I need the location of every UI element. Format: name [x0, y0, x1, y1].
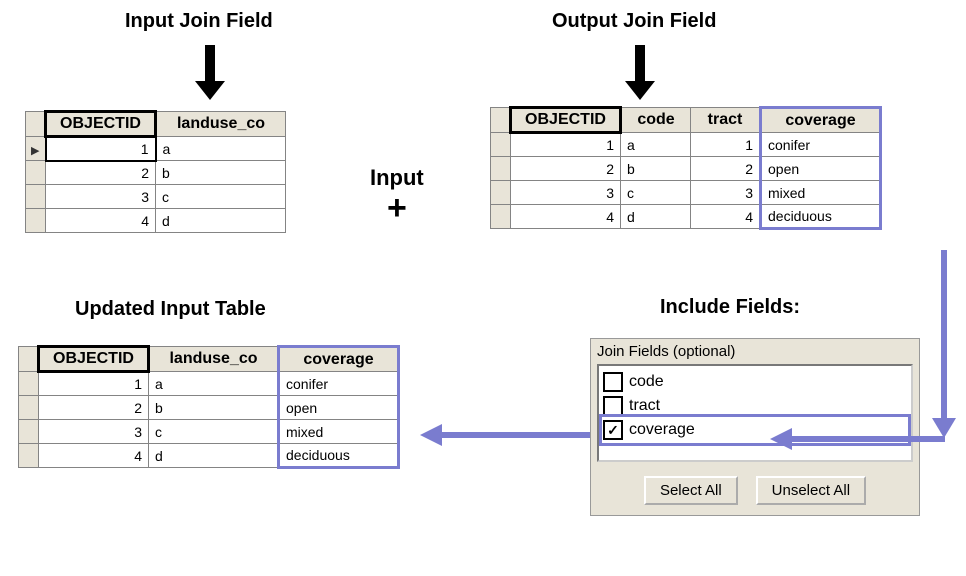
row-header-corner: [19, 347, 39, 372]
table-row: 4 d 4 deciduous: [491, 205, 881, 229]
table-row: 2 b: [26, 161, 286, 185]
table-row: 4 d deciduous: [19, 444, 399, 468]
checkbox-row-code[interactable]: code: [603, 370, 907, 394]
column-header-objectid[interactable]: OBJECTID: [39, 347, 149, 372]
plus-icon: +: [370, 191, 424, 225]
table-row: 3 c 3 mixed: [491, 181, 881, 205]
output-table: OBJECTID code tract coverage 1 a 1 conif…: [490, 106, 882, 230]
updated-input-table: OBJECTID landuse_co coverage 1 a conifer…: [18, 345, 400, 469]
column-header-tract[interactable]: tract: [691, 108, 761, 133]
checkbox-row-tract[interactable]: tract: [603, 394, 907, 418]
select-all-button[interactable]: Select All: [644, 476, 738, 505]
column-header-coverage[interactable]: coverage: [279, 347, 399, 372]
plus-label: Input +: [370, 165, 424, 225]
row-marker-icon: ▶: [31, 145, 39, 157]
input-join-field-label: Input Join Field: [125, 10, 273, 33]
table-row: 2 b open: [19, 396, 399, 420]
column-header-code[interactable]: code: [621, 108, 691, 133]
panel-title: Join Fields (optional): [597, 343, 913, 360]
join-fields-panel: Join Fields (optional) code tract ✓ cove…: [590, 338, 920, 516]
include-fields-label: Include Fields:: [660, 296, 800, 319]
table-row: 3 c: [26, 185, 286, 209]
table-row: 3 c mixed: [19, 420, 399, 444]
table-row: 1 a 1 conifer: [491, 133, 881, 157]
table-row: ▶ 1 a: [26, 137, 286, 161]
arrow-down-icon: [195, 45, 225, 100]
table-row: 4 d: [26, 209, 286, 233]
arrow-left-icon: [420, 424, 590, 446]
checkbox-icon[interactable]: [603, 396, 623, 416]
table-row: 2 b 2 open: [491, 157, 881, 181]
input-word: Input: [370, 165, 424, 191]
column-header-objectid[interactable]: OBJECTID: [511, 108, 621, 133]
row-header-corner: [26, 112, 46, 137]
row-header-corner: [491, 108, 511, 133]
column-header-coverage[interactable]: coverage: [761, 108, 881, 133]
arrow-flow-icon: [930, 250, 958, 440]
column-header-objectid[interactable]: OBJECTID: [46, 112, 156, 137]
input-table: OBJECTID landuse_co ▶ 1 a 2 b 3 c 4 d: [25, 110, 286, 233]
column-header-landuse[interactable]: landuse_co: [156, 112, 286, 137]
checkbox-icon[interactable]: [603, 372, 623, 392]
checkbox-label: tract: [629, 397, 660, 415]
unselect-all-button[interactable]: Unselect All: [756, 476, 866, 505]
arrow-down-icon: [625, 45, 655, 100]
table-row: 1 a conifer: [19, 372, 399, 396]
updated-input-table-label: Updated Input Table: [75, 298, 266, 321]
checkbox-label: coverage: [629, 421, 695, 439]
checkbox-label: code: [629, 373, 664, 391]
output-join-field-label: Output Join Field: [552, 10, 716, 33]
checkbox-checked-icon[interactable]: ✓: [603, 420, 623, 440]
column-header-landuse[interactable]: landuse_co: [149, 347, 279, 372]
arrow-left-icon: [770, 428, 945, 450]
